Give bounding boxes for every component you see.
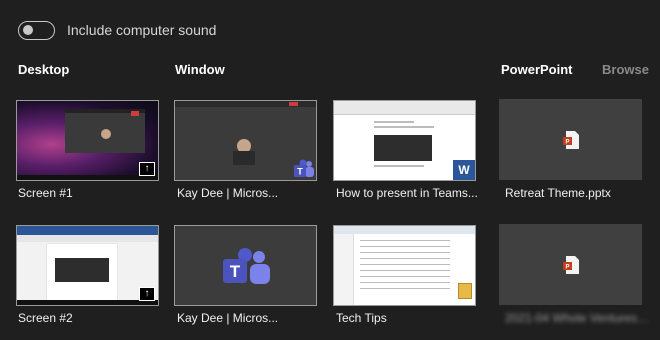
avatar [101, 129, 111, 139]
ppt-file-caption-2: 2021-04 Whole Ventures.pptx [505, 311, 650, 325]
screen-2-thumbnail[interactable]: ↑ [16, 225, 159, 306]
share-screen-icon: ↑ [139, 162, 155, 176]
powerpoint-heading: PowerPoint [501, 62, 573, 77]
teams-app-window-thumbnail[interactable]: T [174, 225, 317, 306]
screen-1-caption: Screen #1 [18, 186, 73, 200]
folder-icon [458, 283, 472, 299]
ppt-file-tile-2[interactable]: P [499, 224, 642, 305]
powerpoint-file-icon: P [563, 256, 579, 274]
svg-text:P: P [565, 140, 569, 146]
screen-2-caption: Screen #2 [18, 311, 73, 325]
participant-preview [233, 151, 255, 165]
browse-button[interactable]: Browse [602, 62, 649, 77]
svg-text:P: P [565, 265, 569, 271]
svg-text:T: T [297, 167, 303, 177]
file-row [360, 282, 450, 283]
embedded-screenshot [374, 135, 432, 161]
embedded-screenshot [55, 258, 109, 282]
word-ribbon [334, 101, 475, 115]
word-document-window-thumbnail[interactable]: W [333, 100, 476, 181]
share-screen-icon: ↑ [139, 287, 155, 301]
teams-icon: T [223, 248, 270, 284]
word-ribbon [17, 226, 158, 235]
ppt-file-tile[interactable]: P [499, 99, 642, 180]
include-sound-toggle[interactable] [18, 20, 55, 40]
toggle-knob [23, 25, 33, 35]
file-row [360, 288, 450, 289]
leave-button-preview [131, 111, 139, 116]
file-row [360, 246, 450, 247]
teams-app-window-caption: Kay Dee | Micros... [177, 311, 279, 325]
file-explorer-window-thumbnail[interactable] [333, 225, 476, 306]
screen-1-thumbnail[interactable]: ↑ [16, 100, 159, 181]
file-row [360, 252, 450, 253]
window-titlebar [334, 226, 475, 234]
file-row [360, 240, 450, 241]
desktop-heading: Desktop [18, 62, 70, 77]
ppt-file-caption: Retreat Theme.pptx [505, 186, 611, 200]
svg-text:T: T [230, 262, 241, 281]
text-line [374, 121, 414, 123]
teams-window-caption: Kay Dee | Micros... [177, 186, 279, 200]
include-sound-row: Include computer sound [18, 20, 216, 40]
file-row [360, 276, 450, 277]
text-line [374, 165, 424, 167]
navigation-pane [334, 234, 354, 305]
include-sound-label: Include computer sound [67, 22, 217, 38]
file-row [360, 258, 450, 259]
leave-button-preview [289, 102, 298, 106]
taskbar [17, 300, 158, 305]
powerpoint-file-icon: P [563, 131, 579, 149]
file-row [360, 270, 450, 271]
window-heading: Window [175, 62, 225, 77]
teams-meeting-window-thumbnail[interactable]: T [174, 100, 317, 181]
word-icon: W [453, 160, 475, 180]
word-window-caption: How to present in Teams... [336, 186, 478, 200]
taskbar [17, 175, 158, 180]
file-row [360, 264, 450, 265]
explorer-window-caption: Tech Tips [336, 311, 387, 325]
teams-icon: T [294, 159, 314, 177]
text-line [374, 126, 434, 128]
toolbar-preview [17, 235, 158, 242]
document-page [47, 244, 117, 300]
